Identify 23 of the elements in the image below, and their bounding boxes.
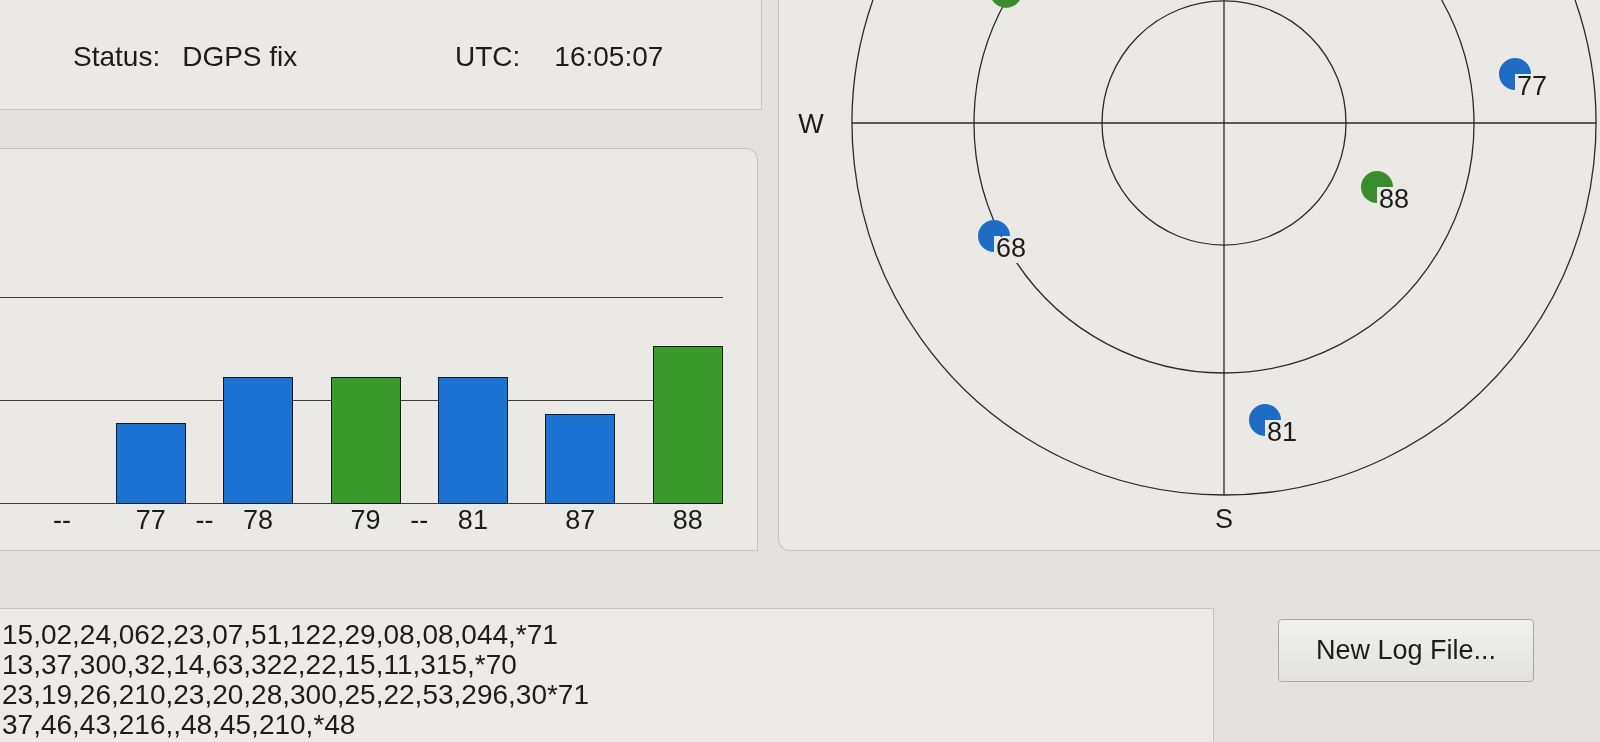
field-value: 16:05:07 (554, 40, 664, 73)
compass-label: W (798, 109, 824, 139)
log-line: 13,37,300,32,14,63,322,22,15,11,315,*70 (2, 650, 517, 680)
channel-label: 78 (243, 505, 274, 535)
channel-label: -- (410, 505, 429, 535)
channel-label: 79 (350, 505, 381, 535)
log-line: 15,02,24,062,23,07,51,122,29,08,08,044,*71 (2, 620, 558, 650)
satellite-label: 81 (1266, 417, 1299, 447)
channel-label: -- (195, 505, 214, 535)
channel-label: -- (53, 505, 71, 535)
channel-label: 81 (457, 505, 488, 535)
log-line: 37,46,43,216,,48,45,210,*48 (2, 710, 356, 740)
satellite-label: 88 (1378, 184, 1411, 214)
log-line: 23,19,26,210,23,20,28,300,25,22,53,296,30*71 (2, 680, 589, 710)
new-log-file-button[interactable]: New Log File... (1278, 619, 1534, 682)
satellite-label: 77 (1516, 71, 1549, 101)
field-label: Status: (73, 40, 161, 73)
field-label: UTC: (455, 40, 521, 73)
channel-label: 87 (565, 505, 596, 535)
field-value: DGPS fix (182, 40, 298, 73)
channel-label: 88 (672, 505, 703, 535)
channel-label: 77 (135, 505, 166, 535)
compass-label: S (1215, 504, 1233, 534)
